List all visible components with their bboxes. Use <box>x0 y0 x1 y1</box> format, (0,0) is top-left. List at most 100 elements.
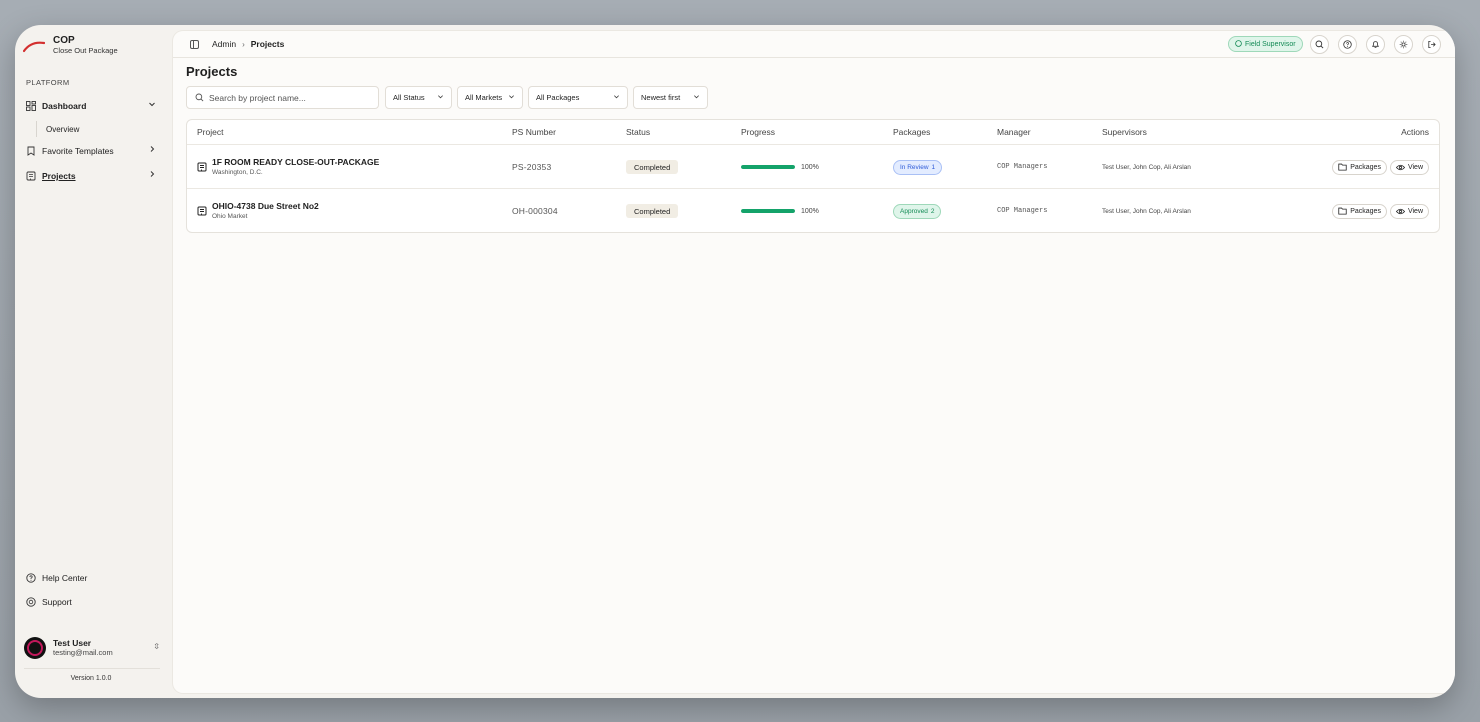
brand-logo-icon <box>23 41 45 53</box>
section-label: PLATFORM <box>26 78 70 87</box>
chevron-down-icon <box>693 93 700 102</box>
markets-filter-select[interactable]: All Markets <box>457 86 523 109</box>
lifebuoy-icon <box>26 597 36 607</box>
package-count: 1 <box>931 163 936 171</box>
chevron-down-icon <box>613 93 620 102</box>
packages-button[interactable]: Packages <box>1332 159 1387 175</box>
package-count: 2 <box>930 207 935 215</box>
search-button[interactable] <box>1310 35 1329 54</box>
folder-icon <box>1338 163 1347 171</box>
supervisors: Test User, John Cop, Ali Arslan <box>1102 207 1191 215</box>
help-icon <box>1343 40 1352 49</box>
package-status-badge[interactable]: In Review 1 <box>893 159 943 175</box>
project-name[interactable]: 1F ROOM READY CLOSE-OUT-PACKAGE <box>212 157 379 167</box>
user-email: testing@mail.com <box>53 648 113 657</box>
column-header-status[interactable]: Status <box>626 120 650 144</box>
progress-bar <box>741 209 795 213</box>
column-header-project[interactable]: Project <box>197 120 223 144</box>
theme-toggle-button[interactable] <box>1394 35 1413 54</box>
breadcrumb-admin[interactable]: Admin <box>212 39 236 49</box>
breadcrumb: Admin › Projects <box>212 39 284 49</box>
search-input[interactable] <box>209 92 369 103</box>
search-icon <box>195 93 204 102</box>
sidebar-item-label: Projects <box>42 171 76 181</box>
logout-button[interactable] <box>1422 35 1441 54</box>
support-label: Support <box>42 597 72 607</box>
manager: COP Managers <box>997 207 1048 215</box>
project-location: Washington, D.C. <box>212 169 263 176</box>
sidebar-toggle-icon[interactable] <box>190 40 199 49</box>
building-icon <box>26 171 36 181</box>
brand-title: COP <box>53 35 75 46</box>
column-header-ps-number[interactable]: PS Number <box>512 120 556 144</box>
chevrons-up-down-icon: ⇳ <box>153 642 160 651</box>
progress-bar-fill <box>741 209 795 213</box>
main-content: Admin › Projects Field Supervisor Projec… <box>173 31 1455 693</box>
chevron-right-icon <box>148 145 156 155</box>
help-circle-icon <box>26 573 36 583</box>
search-box[interactable] <box>186 86 379 109</box>
bookmark-icon <box>26 146 36 156</box>
brand-subtitle: Close Out Package <box>53 46 118 55</box>
table-row[interactable]: OHIO-4738 Due Street No2 Ohio Market OH-… <box>187 189 1439 233</box>
brand[interactable]: COP Close Out Package <box>23 35 118 56</box>
table-row[interactable]: 1F ROOM READY CLOSE-OUT-PACKAGE Washingt… <box>187 145 1439 189</box>
support-link[interactable]: Support <box>26 593 156 611</box>
logout-icon <box>1428 40 1436 49</box>
progress-bar <box>741 165 795 169</box>
package-status-label: Approved <box>900 207 928 215</box>
sidebar-item-label: Favorite Templates <box>42 146 114 156</box>
status-badge: Completed <box>626 204 679 218</box>
progress-label: 100% <box>801 163 819 171</box>
markets-filter-value: All Markets <box>465 93 503 102</box>
packages-filter-select[interactable]: All Packages <box>528 86 628 109</box>
sun-icon <box>1399 40 1408 49</box>
shield-icon <box>1235 39 1242 49</box>
supervisors: Test User, John Cop, Ali Arslan <box>1102 163 1191 171</box>
sidebar-item-dashboard[interactable]: Dashboard <box>26 97 156 115</box>
packages-filter-value: All Packages <box>536 93 580 102</box>
sidebar-item-overview[interactable]: Overview <box>36 121 79 137</box>
dashboard-icon <box>26 101 36 111</box>
bell-icon <box>1371 41 1380 48</box>
role-badge: Field Supervisor <box>1228 36 1303 52</box>
project-name[interactable]: OHIO-4738 Due Street No2 <box>212 201 319 211</box>
sidebar-item-projects[interactable]: Projects <box>26 167 156 185</box>
view-button-label: View <box>1407 163 1423 171</box>
ps-number: OH-000304 <box>512 206 558 216</box>
chevron-down-icon <box>148 100 156 110</box>
sort-select[interactable]: Newest first <box>633 86 708 109</box>
sort-value: Newest first <box>641 93 681 102</box>
building-icon <box>197 162 207 172</box>
packages-button-label: Packages <box>1350 163 1381 171</box>
chevron-right-icon: › <box>242 39 245 49</box>
column-header-manager[interactable]: Manager <box>997 120 1031 144</box>
help-center-link[interactable]: Help Center <box>26 569 156 587</box>
breadcrumb-current: Projects <box>250 39 285 49</box>
folder-icon <box>1338 207 1347 215</box>
view-button[interactable]: View <box>1389 203 1429 219</box>
package-status-label: In Review <box>900 163 929 171</box>
chevron-down-icon <box>508 93 515 102</box>
column-header-actions: Actions <box>1401 127 1429 137</box>
sidebar: COP Close Out Package PLATFORM Dashboard… <box>15 25 173 698</box>
version-label: Version 1.0.0 <box>70 675 112 682</box>
status-filter-select[interactable]: All Status <box>385 86 452 109</box>
user-menu[interactable]: Test User testing@mail.com ⇳ <box>24 636 160 660</box>
sidebar-item-favorite-templates[interactable]: Favorite Templates <box>26 142 156 160</box>
column-header-supervisors[interactable]: Supervisors <box>1102 120 1147 144</box>
package-status-badge[interactable]: Approved 2 <box>893 203 942 219</box>
divider <box>24 668 160 669</box>
projects-table: Project PS Number Status Progress Packag… <box>186 119 1440 233</box>
view-button[interactable]: View <box>1389 159 1429 175</box>
topbar: Admin › Projects Field Supervisor <box>173 31 1455 58</box>
notifications-button[interactable] <box>1366 35 1385 54</box>
progress-label: 100% <box>801 207 819 215</box>
packages-button-label: Packages <box>1350 207 1381 215</box>
help-button[interactable] <box>1338 35 1357 54</box>
packages-button[interactable]: Packages <box>1332 203 1387 219</box>
status-badge: Completed <box>626 160 679 174</box>
column-header-packages[interactable]: Packages <box>893 120 930 144</box>
user-name: Test User <box>53 638 92 648</box>
column-header-progress[interactable]: Progress <box>741 120 775 144</box>
